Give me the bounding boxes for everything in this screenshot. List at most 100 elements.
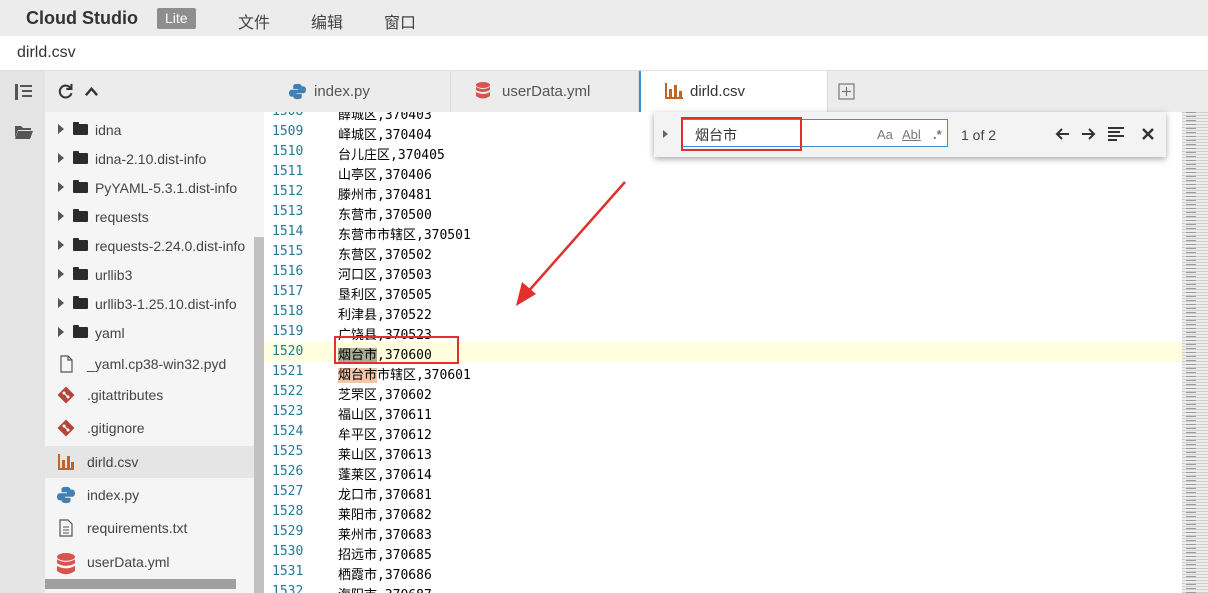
code-line[interactable]: 1522 芝罘区,370602 [264, 382, 1184, 403]
line-number: 1523 [272, 404, 304, 419]
code-line[interactable]: 1526 蓬莱区,370614 [264, 462, 1184, 483]
search-match: 烟台市 [338, 368, 378, 383]
code-line[interactable]: 1523 福山区,370611 [264, 402, 1184, 423]
tree-folder[interactable]: requests-2.24.0.dist-info [45, 232, 264, 260]
open-folder-icon[interactable] [14, 122, 34, 142]
code-line[interactable]: 1512 滕州市,370481 [264, 182, 1184, 203]
code-line[interactable]: 1518 利津县,370522 [264, 302, 1184, 323]
code-text: 蓬莱区,370614 [338, 468, 432, 483]
explorer-vertical-scrollbar[interactable] [254, 237, 264, 593]
tree-folder[interactable]: requests [45, 203, 264, 231]
explorer-horizontal-scrollbar[interactable] [45, 579, 236, 589]
chevron-right-icon[interactable] [58, 298, 64, 308]
outline-icon[interactable] [14, 82, 34, 102]
tree-file[interactable]: _yaml.cp38-win32.pyd [45, 348, 264, 380]
python-icon [57, 486, 75, 504]
code-text: 海阳市,370687 [338, 588, 432, 593]
line-content: 东营区,370502 [338, 244, 432, 263]
refresh-icon[interactable] [57, 83, 74, 100]
chevron-right-icon[interactable] [58, 182, 64, 192]
menu-edit[interactable]: 编辑 [311, 9, 343, 33]
database-icon [57, 553, 75, 575]
tree-item-label: .gitignore [87, 420, 145, 436]
line-content: 芝罘区,370602 [338, 384, 432, 403]
python-icon [289, 83, 306, 100]
code-line[interactable]: 1529 莱州市,370683 [264, 522, 1184, 543]
line-number: 1532 [272, 584, 304, 593]
code-line[interactable]: 1525 莱山区,370613 [264, 442, 1184, 463]
match-case-toggle[interactable]: Aa [877, 127, 893, 142]
code-text: 市辖区,370601 [377, 368, 471, 383]
line-number: 1530 [272, 544, 304, 559]
close-icon[interactable] [1142, 128, 1154, 140]
menu-file[interactable]: 文件 [238, 9, 270, 33]
tree-item-label: .gitattributes [87, 387, 164, 403]
code-line[interactable]: 1514 东营市市辖区,370501 [264, 222, 1184, 243]
code-line[interactable]: 1516 河口区,370503 [264, 262, 1184, 283]
toggle-replace-icon[interactable] [663, 130, 668, 138]
tree-file[interactable]: userData.yml [45, 546, 264, 578]
line-content: 台儿庄区,370405 [338, 144, 445, 163]
new-tab-icon[interactable] [838, 83, 855, 100]
find-in-selection-icon[interactable] [1108, 127, 1124, 141]
chevron-right-icon[interactable] [58, 153, 64, 163]
regex-toggle[interactable]: .* [933, 127, 942, 142]
code-line[interactable]: 1515 东营区,370502 [264, 242, 1184, 263]
tree-file[interactable]: dirld.csv [45, 446, 264, 478]
chevron-right-icon[interactable] [58, 269, 64, 279]
tab-dirld-csv[interactable]: dirld.csv [639, 71, 828, 112]
editor-tab-bar: index.py userData.yml dirld.csv [264, 71, 1208, 112]
tree-file[interactable]: requirements.txt [45, 512, 264, 544]
line-content: 海阳市,370687 [338, 584, 432, 593]
code-line[interactable]: 1513 东营市,370500 [264, 202, 1184, 223]
code-line[interactable]: 1531 栖霞市,370686 [264, 562, 1184, 583]
code-line[interactable]: 1511 山亭区,370406 [264, 162, 1184, 183]
line-number: 1531 [272, 564, 304, 579]
tree-folder[interactable]: idna-2.10.dist-info [45, 145, 264, 173]
line-number: 1517 [272, 284, 304, 299]
tree-item-label: urllib3 [95, 267, 133, 283]
tab-index-py[interactable]: index.py [264, 71, 451, 112]
folder-icon [73, 238, 88, 251]
annotation-box-result [334, 336, 459, 364]
code-text: 莱山区,370613 [338, 448, 432, 463]
tree-file[interactable]: .gitattributes [45, 379, 264, 411]
next-match-icon[interactable] [1081, 127, 1096, 141]
code-line[interactable]: 1530 招远市,370685 [264, 542, 1184, 563]
match-whole-word-toggle[interactable]: Abl [902, 127, 921, 142]
chevron-right-icon[interactable] [58, 211, 64, 221]
collapse-icon[interactable] [84, 85, 99, 98]
line-content: 垦利区,370505 [338, 284, 432, 303]
line-content: 栖霞市,370686 [338, 564, 432, 583]
code-line[interactable]: 1517 垦利区,370505 [264, 282, 1184, 303]
code-line[interactable]: 1524 牟平区,370612 [264, 422, 1184, 443]
chevron-right-icon[interactable] [58, 327, 64, 337]
tree-file[interactable]: .gitignore [45, 412, 264, 444]
explorer-header [45, 71, 264, 112]
tree-file[interactable]: index.py [45, 479, 264, 511]
minimap[interactable] [1182, 112, 1208, 593]
file-icon [57, 355, 75, 373]
tree-folder[interactable]: PyYAML-5.3.1.dist-info [45, 174, 264, 202]
code-line[interactable]: 1532 海阳市,370687 [264, 582, 1184, 593]
code-text: 栖霞市,370686 [338, 568, 432, 583]
code-line[interactable]: 1527 龙口市,370681 [264, 482, 1184, 503]
code-line[interactable]: 1528 莱阳市,370682 [264, 502, 1184, 523]
menu-window[interactable]: 窗口 [384, 9, 416, 33]
line-content: 东营市,370500 [338, 204, 432, 223]
tab-label: index.py [314, 83, 370, 100]
tab-userdata-yml[interactable]: userData.yml [451, 71, 639, 112]
chevron-right-icon[interactable] [58, 240, 64, 250]
folder-icon [73, 325, 88, 338]
previous-match-icon[interactable] [1055, 127, 1070, 141]
code-text: 峄城区,370404 [338, 128, 432, 143]
tree-folder[interactable]: urllib3 [45, 261, 264, 289]
code-line[interactable]: 1521 烟台市市辖区,370601 [264, 362, 1184, 383]
chevron-right-icon[interactable] [58, 124, 64, 134]
tree-folder[interactable]: yaml [45, 319, 264, 347]
code-text: 福山区,370611 [338, 408, 432, 423]
code-text: 东营区,370502 [338, 248, 432, 263]
line-content: 莱州市,370683 [338, 524, 432, 543]
tree-folder[interactable]: idna [45, 116, 264, 144]
tree-folder[interactable]: urllib3-1.25.10.dist-info [45, 290, 264, 318]
